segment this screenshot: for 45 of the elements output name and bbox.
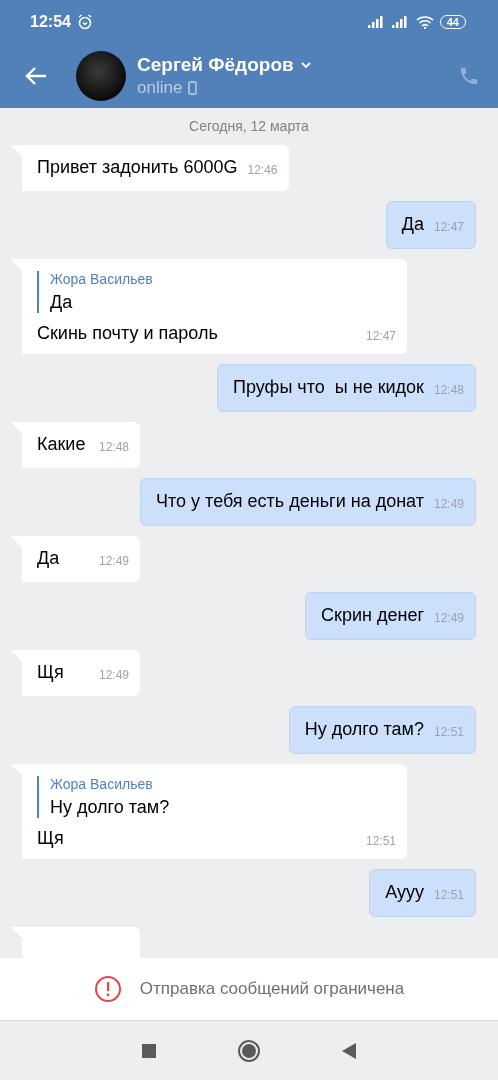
message-text: Да [37,548,60,569]
message-text: Щя [37,662,64,683]
alarm-clock-icon [76,13,93,30]
restriction-notice: Отправка сообщений ограничена [139,979,405,999]
warning-icon [93,975,122,1003]
message-time: 12:49 [433,611,464,626]
message-text: Пруфы что ы не кидок [233,377,424,398]
signal-icon [367,15,386,28]
message-text: Скрин денег [321,605,424,626]
wifi-icon [415,14,434,29]
recent-apps-button[interactable] [141,1042,157,1059]
message-time: 12:49 [433,497,464,512]
back-arrow-icon[interactable] [24,65,48,86]
message-time: 12:49 [98,554,129,569]
message-time: 12:48 [98,440,129,455]
reply-text: Да [50,292,74,313]
phone-device-icon [188,80,198,95]
reply-author: Жора Васильев [50,776,154,792]
message-text: Что у тебя есть деньги на донат [156,491,424,512]
avatar[interactable] [76,50,126,101]
chevron-down-icon[interactable] [299,60,312,69]
message-text: Ну долго там? [304,719,424,740]
signal-icon [391,15,410,28]
message-time: 12:51 [365,834,396,849]
message-time: 12:46 [247,163,278,178]
message-time: 12:47 [433,220,464,235]
date-label: Сегодня, 12 марта [188,118,310,134]
back-button[interactable] [341,1041,357,1060]
reply-text: Ну долго там? [50,797,171,818]
online-status: online [137,77,183,98]
message-text: Какие [37,434,86,455]
message-text: Да [401,214,424,235]
home-button[interactable] [237,1038,261,1063]
status-time: 12:54 [30,12,71,31]
contact-name[interactable]: Сергей Фёдоров [137,53,294,76]
message-text: Щя [37,828,64,849]
message-time: 12:51 [433,725,464,740]
message-text: Аууу [385,882,424,903]
message-text: Привет задонить 6000G [37,157,238,178]
reply-author: Жора Васильев [50,271,154,287]
message-text: Скинь почту и пароль [37,323,218,344]
message-time: 12:51 [433,888,464,903]
message-time: 12:47 [365,329,396,344]
message-time: 12:49 [98,668,129,683]
message-time: 12:48 [433,383,464,398]
